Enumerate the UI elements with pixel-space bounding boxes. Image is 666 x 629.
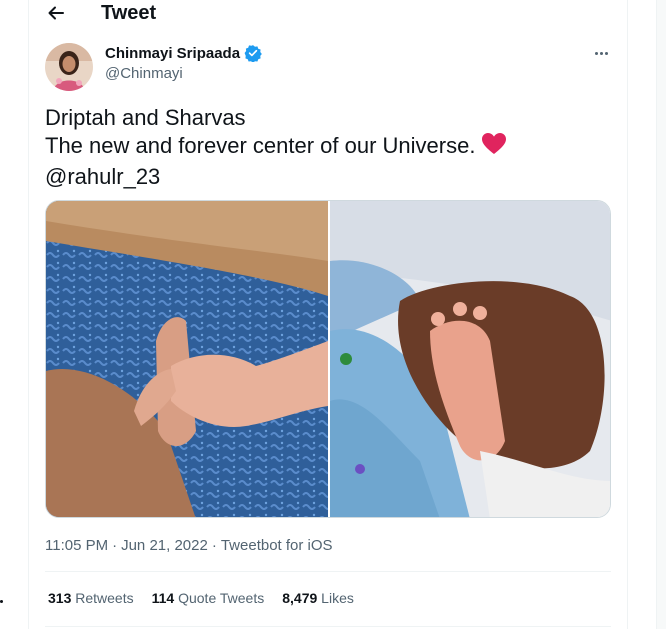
quote-tweets-stat[interactable]: 114 Quote Tweets bbox=[152, 590, 265, 606]
mention-link[interactable]: @rahulr_23 bbox=[45, 163, 605, 191]
tweet-line-2: The new and forever center of our Univer… bbox=[45, 132, 605, 163]
quote-tweets-label: Quote Tweets bbox=[178, 590, 265, 606]
left-column-divider bbox=[28, 0, 29, 629]
tweet-line-2-text: The new and forever center of our Univer… bbox=[45, 133, 476, 158]
quote-tweets-count: 114 bbox=[151, 590, 175, 606]
tweet-text: Driptah and Sharvas The new and forever … bbox=[45, 104, 605, 191]
avatar-image bbox=[45, 43, 93, 91]
retweets-count: 313 bbox=[48, 590, 72, 606]
tweet-line-1: Driptah and Sharvas bbox=[45, 105, 246, 130]
likes-label: Likes bbox=[321, 590, 354, 606]
more-dot bbox=[599, 51, 603, 55]
likes-count: 8,479 bbox=[282, 590, 318, 606]
avatar[interactable] bbox=[45, 43, 93, 91]
media-grid bbox=[45, 200, 611, 518]
meta-separator: · bbox=[211, 537, 217, 554]
stats-divider-top bbox=[45, 571, 611, 572]
arrow-left-icon bbox=[48, 6, 64, 20]
tweet-time[interactable]: 11:05 PM bbox=[45, 537, 108, 554]
tweet-source[interactable]: Tweetbot for iOS bbox=[221, 537, 333, 554]
page-title: Tweet bbox=[101, 2, 157, 24]
likes-stat[interactable]: 8,479 Likes bbox=[282, 590, 354, 606]
stats-divider-bottom bbox=[45, 626, 611, 627]
verified-badge-icon bbox=[244, 45, 262, 62]
photo-baby-hand-finger[interactable] bbox=[46, 201, 328, 517]
retweets-label: Retweets bbox=[75, 590, 134, 606]
left-nav-edge-dot bbox=[0, 600, 3, 603]
author-display-name[interactable]: Chinmayi Sripaada bbox=[105, 44, 262, 62]
retweets-stat[interactable]: 313 Retweets bbox=[48, 590, 134, 606]
more-options-button[interactable] bbox=[590, 42, 612, 64]
tweet-stats: 313 Retweets 114 Quote Tweets 8,479 Like… bbox=[48, 590, 354, 606]
sidebar-edge bbox=[656, 0, 666, 629]
more-dots-icon bbox=[594, 51, 598, 55]
tweet-header: Tweet bbox=[29, 0, 627, 30]
photo-baby-hand-palm[interactable] bbox=[330, 201, 610, 517]
author-name-text: Chinmayi Sripaada bbox=[105, 44, 241, 62]
tweet-date[interactable]: Jun 21, 2022 bbox=[121, 537, 208, 554]
meta-separator: · bbox=[112, 537, 118, 554]
back-button[interactable] bbox=[43, 0, 69, 26]
author-handle[interactable]: @Chinmayi bbox=[105, 65, 183, 82]
more-dot bbox=[604, 51, 608, 55]
red-heart-icon bbox=[481, 132, 507, 163]
tweet-meta: 11:05 PM · Jun 21, 2022 · Tweetbot for i… bbox=[45, 537, 333, 554]
right-column-divider bbox=[627, 0, 628, 629]
